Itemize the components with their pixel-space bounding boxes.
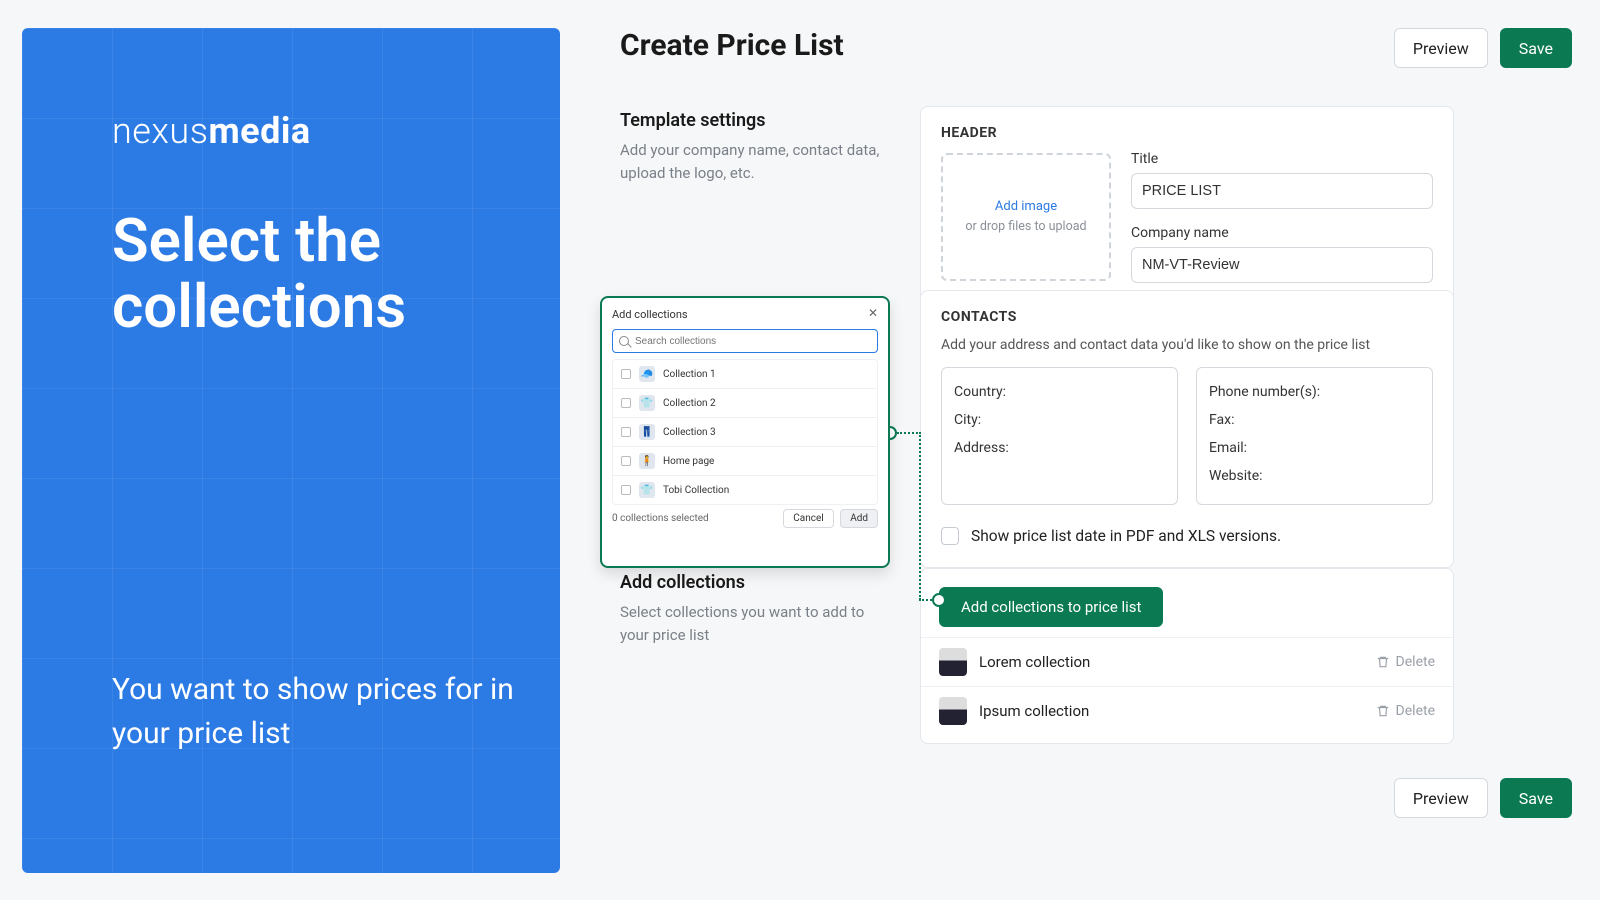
subheadline: You want to show prices for in your pric… bbox=[112, 668, 560, 755]
connector-line bbox=[897, 432, 921, 434]
connector-line bbox=[919, 432, 921, 600]
header-card: HEADER Add image or drop files to upload… bbox=[920, 106, 1454, 304]
list-item[interactable]: 👕 Tobi Collection bbox=[613, 475, 877, 504]
add-collections-modal: Add collections ✕ 🧢 Collection 1 👕 Colle… bbox=[600, 296, 890, 568]
header-label: HEADER bbox=[941, 125, 1433, 141]
collection-name: Lorem collection bbox=[979, 653, 1090, 671]
item-thumb: 👕 bbox=[639, 395, 655, 411]
item-name: Tobi Collection bbox=[663, 485, 729, 496]
search-field[interactable] bbox=[635, 336, 871, 347]
search-input[interactable] bbox=[612, 329, 878, 353]
item-name: Collection 2 bbox=[663, 398, 716, 409]
save-button[interactable]: Save bbox=[1500, 28, 1572, 68]
country-field: Country: bbox=[954, 378, 1165, 406]
company-label: Company name bbox=[1131, 225, 1433, 241]
delete-button[interactable]: Delete bbox=[1376, 703, 1435, 719]
comm-box[interactable]: Phone number(s): Fax: Email: Website: bbox=[1196, 367, 1433, 505]
item-checkbox[interactable] bbox=[621, 485, 631, 495]
item-thumb: 👕 bbox=[639, 482, 655, 498]
contacts-card: CONTACTS Add your address and contact da… bbox=[920, 290, 1454, 568]
fax-field: Fax: bbox=[1209, 406, 1420, 434]
modal-title: Add collections bbox=[612, 308, 878, 321]
promo-panel: nexusmedia Select the collections You wa… bbox=[22, 28, 560, 873]
search-icon bbox=[619, 336, 629, 346]
modal-cancel-button[interactable]: Cancel bbox=[783, 509, 833, 528]
website-field: Website: bbox=[1209, 462, 1420, 490]
headline: Select the collections bbox=[112, 208, 560, 340]
item-thumb: 🧢 bbox=[639, 366, 655, 382]
contacts-desc: Add your address and contact data you'd … bbox=[941, 337, 1433, 353]
delete-button[interactable]: Delete bbox=[1376, 654, 1435, 670]
brand-logo: nexusmedia bbox=[112, 110, 311, 152]
add-collections-title: Add collections bbox=[620, 572, 880, 593]
item-checkbox[interactable] bbox=[621, 398, 631, 408]
item-name: Home page bbox=[663, 456, 714, 467]
collection-thumb bbox=[939, 648, 967, 676]
address-box[interactable]: Country: City: Address: bbox=[941, 367, 1178, 505]
city-field: City: bbox=[954, 406, 1165, 434]
upload-hint: or drop files to upload bbox=[965, 219, 1086, 236]
item-checkbox[interactable] bbox=[621, 369, 631, 379]
trash-icon bbox=[1376, 704, 1390, 718]
email-field: Email: bbox=[1209, 434, 1420, 462]
modal-add-button[interactable]: Add bbox=[840, 509, 878, 528]
image-upload[interactable]: Add image or drop files to upload bbox=[941, 153, 1111, 281]
list-item[interactable]: 🧍 Home page bbox=[613, 446, 877, 475]
selection-status: 0 collections selected bbox=[612, 513, 709, 524]
brand-bold: media bbox=[208, 110, 310, 152]
show-date-label: Show price list date in PDF and XLS vers… bbox=[971, 527, 1281, 545]
address-field: Address: bbox=[954, 434, 1165, 462]
template-settings-title: Template settings bbox=[620, 110, 880, 131]
modal-list: 🧢 Collection 1 👕 Collection 2 👖 Collecti… bbox=[612, 359, 878, 505]
list-item: Ipsum collection Delete bbox=[921, 686, 1453, 735]
collection-thumb bbox=[939, 697, 967, 725]
add-collections-button[interactable]: Add collections to price list bbox=[939, 587, 1163, 627]
list-item[interactable]: 🧢 Collection 1 bbox=[613, 360, 877, 388]
delete-label: Delete bbox=[1396, 654, 1435, 670]
list-item[interactable]: 👖 Collection 3 bbox=[613, 417, 877, 446]
contacts-label: CONTACTS bbox=[941, 309, 1433, 325]
add-collections-desc: Select collections you want to add to yo… bbox=[620, 601, 880, 648]
phone-field: Phone number(s): bbox=[1209, 378, 1420, 406]
title-input[interactable] bbox=[1131, 173, 1433, 209]
brand-light: nexus bbox=[112, 110, 208, 152]
list-item[interactable]: 👕 Collection 2 bbox=[613, 388, 877, 417]
preview-button[interactable]: Preview bbox=[1394, 778, 1488, 818]
save-button[interactable]: Save bbox=[1500, 778, 1572, 818]
title-label: Title bbox=[1131, 151, 1433, 167]
template-settings-desc: Add your company name, contact data, upl… bbox=[620, 139, 880, 186]
item-checkbox[interactable] bbox=[621, 427, 631, 437]
item-name: Collection 3 bbox=[663, 427, 716, 438]
item-name: Collection 1 bbox=[663, 369, 716, 380]
show-date-checkbox[interactable] bbox=[941, 527, 959, 545]
connector-node bbox=[932, 593, 946, 607]
collections-card: Add collections to price list Lorem coll… bbox=[920, 568, 1454, 744]
preview-button[interactable]: Preview bbox=[1394, 28, 1488, 68]
list-item: Lorem collection Delete bbox=[921, 637, 1453, 686]
close-icon[interactable]: ✕ bbox=[868, 306, 878, 320]
add-image-link[interactable]: Add image bbox=[995, 198, 1057, 216]
item-checkbox[interactable] bbox=[621, 456, 631, 466]
item-thumb: 🧍 bbox=[639, 453, 655, 469]
company-input[interactable] bbox=[1131, 247, 1433, 283]
delete-label: Delete bbox=[1396, 703, 1435, 719]
item-thumb: 👖 bbox=[639, 424, 655, 440]
collection-name: Ipsum collection bbox=[979, 702, 1089, 720]
trash-icon bbox=[1376, 655, 1390, 669]
